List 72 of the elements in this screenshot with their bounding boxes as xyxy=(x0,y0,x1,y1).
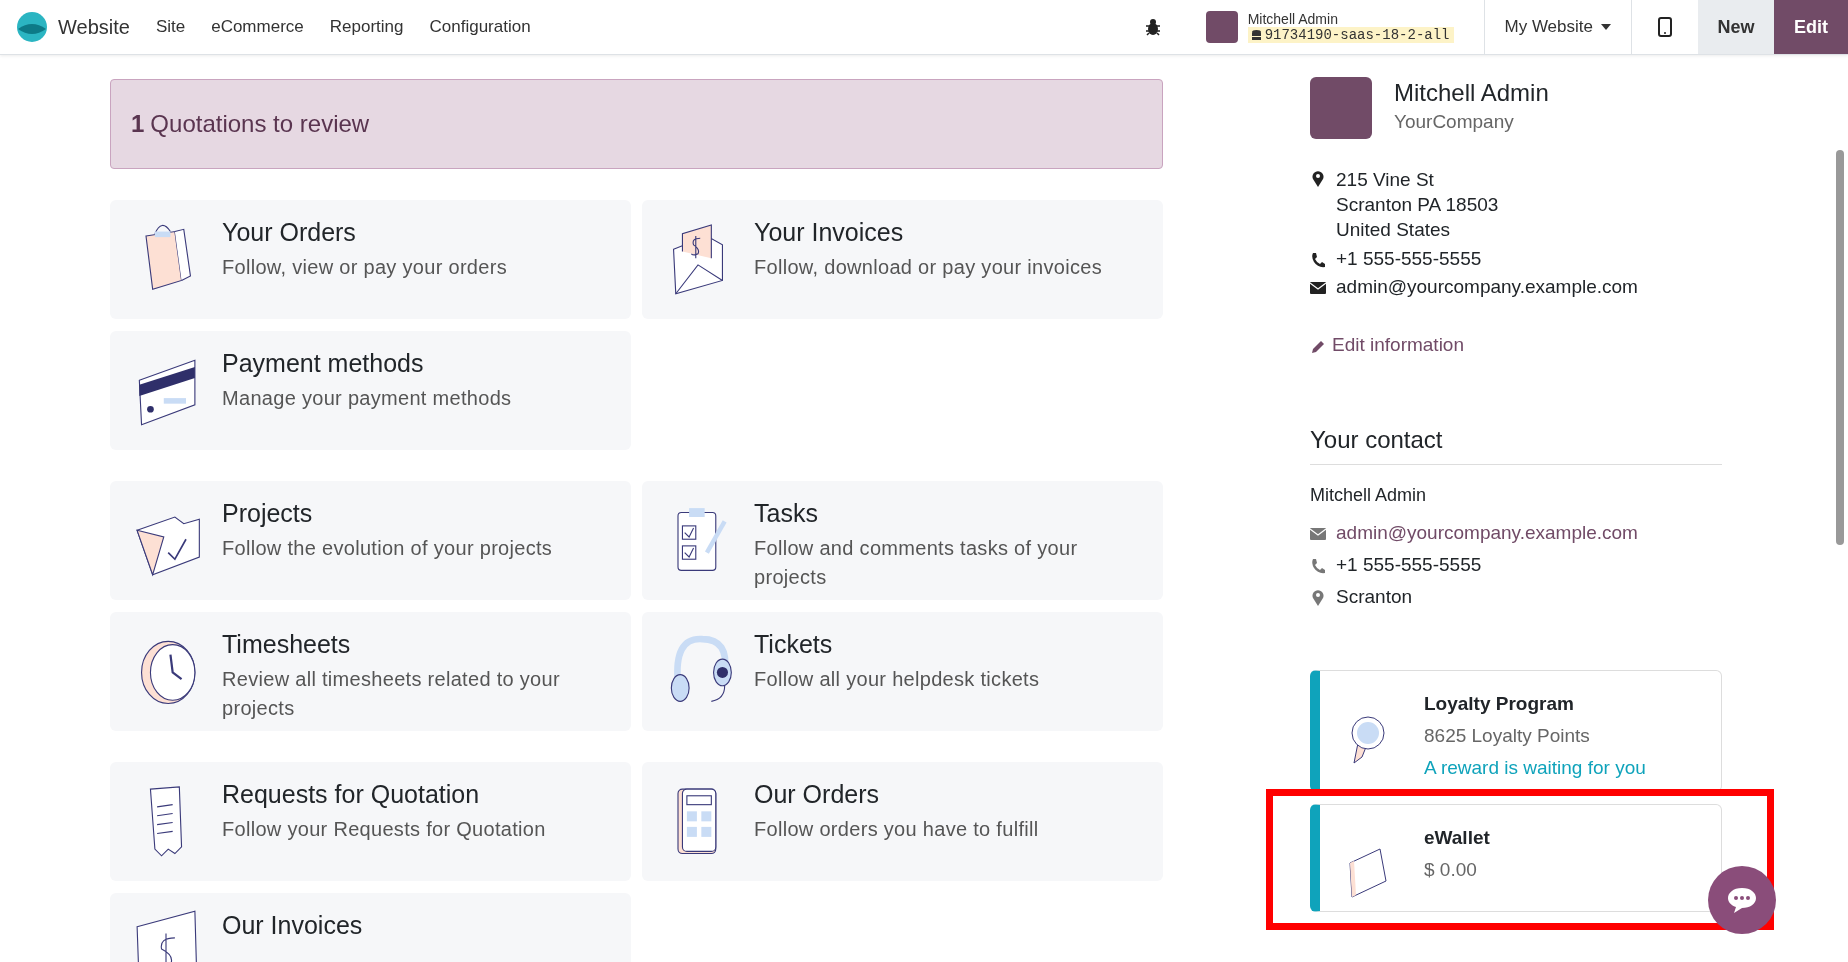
card-title: Your Invoices xyxy=(754,218,905,247)
menu-item[interactable]: Configuration xyxy=(429,17,531,37)
portal-card[interactable]: Your Invoices Follow, download or pay your invoices xyxy=(642,200,1163,319)
contact-city: Scranton xyxy=(1336,586,1413,608)
website-switcher[interactable]: My Website xyxy=(1484,0,1631,54)
phone-icon xyxy=(1310,557,1326,575)
program-balance: $ 0.00 xyxy=(1424,859,1478,881)
card-description: Review all timesheets related to your projects xyxy=(222,667,561,721)
card-description: Follow the evolution of your projects xyxy=(222,536,553,561)
phone-number: +1 555-555-5555 xyxy=(1336,248,1482,270)
profile-avatar xyxy=(1310,77,1372,139)
card-title: Requests for Quotation xyxy=(222,780,481,809)
portal-card[interactable]: Your Orders Follow, view or pay your orders xyxy=(110,200,631,319)
menu-item[interactable]: Site xyxy=(155,17,186,37)
card-description: Follow your Requests for Quotation xyxy=(222,817,546,842)
bug-icon[interactable] xyxy=(1143,18,1162,36)
card-description: Follow all your helpdesk tickets xyxy=(754,667,1040,692)
section-heading: Your contact xyxy=(1310,426,1722,465)
menu-item[interactable]: Reporting xyxy=(329,17,404,37)
logo-icon[interactable] xyxy=(16,11,48,43)
card-description: Follow orders you have to fulfill xyxy=(754,817,1039,842)
map-pin-icon xyxy=(1310,170,1326,188)
database-badge: 91734190-saas-18-2-all xyxy=(1247,27,1454,43)
contact-phone: +1 555-555-5555 xyxy=(1336,554,1482,576)
caret-icon xyxy=(1601,24,1611,30)
portal-card[interactable]: Our Invoices xyxy=(110,893,631,962)
program-title: Loyalty Program xyxy=(1424,693,1575,715)
mobile-preview-icon[interactable] xyxy=(1658,17,1672,37)
new-button[interactable]: New xyxy=(1698,0,1774,54)
envelope-icon xyxy=(1310,279,1326,297)
app-name[interactable]: Website xyxy=(58,15,130,39)
card-title: Our Invoices xyxy=(222,911,363,940)
card-title: Payment methods xyxy=(222,349,425,378)
portal-card[interactable]: Our Orders Follow orders you have to fulfill xyxy=(642,762,1163,881)
card-title: Your Orders xyxy=(222,218,357,247)
card-title: Timesheets xyxy=(222,630,352,659)
user-name[interactable]: Mitchell Admin xyxy=(1247,11,1454,27)
program-title: eWallet xyxy=(1424,827,1490,849)
company-name: YourCompany xyxy=(1394,111,1515,133)
map-pin-icon xyxy=(1310,589,1326,607)
email-address: admin@yourcompany.example.com xyxy=(1336,276,1638,298)
edit-information-link[interactable]: Edit information xyxy=(1332,334,1464,356)
contact-name: Mitchell Admin xyxy=(1310,485,1428,506)
card-title: Projects xyxy=(222,499,314,528)
loyalty-card[interactable]: Loyalty Program 8625 Loyalty Points A reward is waiting for you xyxy=(1310,670,1722,792)
contact-email-link[interactable]: admin@yourcompany.example.com xyxy=(1336,522,1638,544)
portal-card[interactable]: Projects Follow the evolution of your projects xyxy=(110,481,631,600)
address-line: United States xyxy=(1336,218,1452,242)
menu-item[interactable]: eCommerce xyxy=(211,17,304,37)
card-title: Tickets xyxy=(754,630,834,659)
address-line: Scranton PA 18503 xyxy=(1336,193,1499,217)
profile-name: Mitchell Admin xyxy=(1394,79,1549,107)
program-balance: 8625 Loyalty Points xyxy=(1424,725,1591,747)
portal-card[interactable]: Tickets Follow all your helpdesk tickets xyxy=(642,612,1163,731)
portal-card[interactable]: Tasks Follow and comments tasks of your projects xyxy=(642,481,1163,600)
chat-bubble-icon xyxy=(1726,886,1758,914)
user-avatar[interactable] xyxy=(1205,11,1238,43)
card-description: Follow, view or pay your orders xyxy=(222,255,507,280)
card-description: Follow and comments tasks of your projects xyxy=(754,536,1079,590)
scrollbar-thumb[interactable] xyxy=(1836,150,1844,545)
card-description: Follow, download or pay your invoices xyxy=(754,255,1102,280)
edit-button[interactable]: Edit xyxy=(1774,0,1848,54)
phone-icon xyxy=(1310,251,1326,269)
address-line: 215 Vine St xyxy=(1336,168,1435,192)
portal-card[interactable]: Timesheets Review all timesheets related to your projects xyxy=(110,612,631,731)
quotations-alert[interactable]: 1 Quotations to review xyxy=(110,79,1163,169)
portal-card[interactable]: Payment methods Manage your payment methods xyxy=(110,331,631,450)
card-title: Our Orders xyxy=(754,780,881,809)
card-title: Tasks xyxy=(754,499,819,528)
envelope-icon xyxy=(1310,525,1326,543)
portal-card[interactable]: Requests for Quotation Follow your Requests for Quotation xyxy=(110,762,631,881)
card-description: Manage your payment methods xyxy=(222,386,512,411)
